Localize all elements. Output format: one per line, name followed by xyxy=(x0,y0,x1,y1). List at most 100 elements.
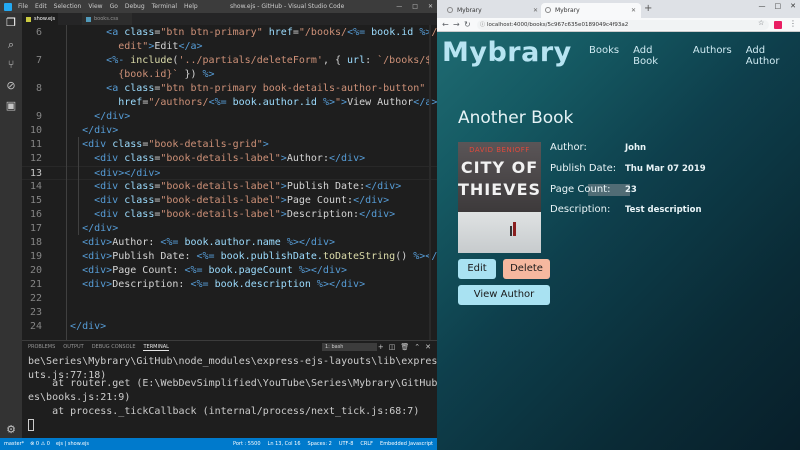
cover-author: DAVID BENIOFF xyxy=(469,146,530,154)
info-icon[interactable]: ⓘ xyxy=(480,20,485,30)
files-icon[interactable]: ❐ xyxy=(4,16,18,30)
code-line: 21 <div>Description: <%= book.descriptio… xyxy=(22,278,437,292)
page-count-label: Page Count: xyxy=(550,184,611,195)
cover-snow-scene xyxy=(458,212,541,253)
code-editor[interactable]: 6 <a class="btn btn-primary" href="/book… xyxy=(22,25,437,340)
menu-edit[interactable]: Edit xyxy=(35,0,47,13)
menu-view[interactable]: View xyxy=(88,0,102,13)
view-author-button[interactable]: View Author xyxy=(458,285,550,305)
code-line: 16 <div class="book-details-label">Descr… xyxy=(22,208,437,222)
menu-go[interactable]: Go xyxy=(110,0,118,13)
author-label: Author: xyxy=(550,142,587,153)
vscode-titlebar: File Edit Selection View Go Debug Termin… xyxy=(0,0,437,13)
line-number: 22 xyxy=(29,293,42,304)
delete-button[interactable]: Delete xyxy=(503,259,550,279)
tab-show-ejs[interactable]: show.ejs xyxy=(22,13,58,25)
browser-tab[interactable]: Mybrary ✕ xyxy=(443,3,543,18)
code-line: 10 </div> xyxy=(22,124,437,138)
description-value: Test description xyxy=(625,205,702,215)
nav-add-book[interactable]: Add Book xyxy=(633,45,679,67)
problems-count[interactable]: ⊗ 0 ⚠ 0 xyxy=(30,438,50,450)
line-ending[interactable]: CRLF xyxy=(360,438,373,450)
editor-scrollbar[interactable] xyxy=(429,25,431,340)
vscode-window: File Edit Selection View Go Debug Termin… xyxy=(0,0,437,450)
description-label: Description: xyxy=(550,204,611,215)
menu-file[interactable]: File xyxy=(18,0,28,13)
menu-kebab-icon[interactable]: ⋮ xyxy=(789,19,797,28)
extensions-icon[interactable]: ▣ xyxy=(4,99,18,113)
language-mode[interactable]: Embedded Javascript xyxy=(380,438,433,450)
menu-selection[interactable]: Selection xyxy=(54,0,82,13)
add-terminal-icon[interactable]: + xyxy=(378,343,384,351)
site-logo[interactable]: Mybrary xyxy=(442,37,572,68)
tab-terminal[interactable]: TERMINAL xyxy=(143,344,169,351)
tab-books-css[interactable]: books.css xyxy=(82,13,132,25)
code-line: edit">Edit</a> xyxy=(22,40,437,54)
menu-debug[interactable]: Debug xyxy=(125,0,145,13)
minimize-icon[interactable]: — xyxy=(759,2,766,10)
line-number: 7 xyxy=(35,55,42,66)
indentation[interactable]: Spaces: 2 xyxy=(308,438,332,450)
book-cover: DAVID BENIOFF CITY OF THIEVES xyxy=(458,142,541,253)
tab-debug-console[interactable]: DEBUG CONSOLE xyxy=(92,344,136,351)
menu-help[interactable]: Help xyxy=(184,0,198,13)
code-line: 11 <div class="book-details-grid"> xyxy=(22,138,437,152)
menu-terminal[interactable]: Terminal xyxy=(152,0,177,13)
line-number: 8 xyxy=(35,83,42,94)
nav-authors[interactable]: Authors xyxy=(693,45,732,67)
code-line: 6 <a class="btn btn-primary" href="/book… xyxy=(22,26,437,40)
source-control-icon[interactable]: ⑂ xyxy=(4,58,18,72)
terminal-line: at router.get (E:\WebDevSimplified\YouTu… xyxy=(28,378,437,389)
terminal-line: es\books.js:21:9) xyxy=(28,392,131,403)
cursor-position[interactable]: Ln 13, Col 16 xyxy=(268,438,301,450)
terminal-select[interactable]: 1: bash xyxy=(322,343,377,351)
browser-tab-active[interactable]: Mybrary ✕ xyxy=(541,3,641,18)
bookmark-star-icon[interactable]: ☆ xyxy=(758,19,764,27)
code-text: {book.id}` }) %> xyxy=(58,69,215,80)
split-terminal-icon[interactable]: ◫ xyxy=(389,343,396,351)
web-page: Mybrary Books Add Book Authors Add Autho… xyxy=(437,32,800,450)
close-panel-icon[interactable]: ✕ xyxy=(425,343,431,351)
close-tab-icon[interactable]: ✕ xyxy=(533,3,538,18)
browser-tab-strip: Mybrary ✕ Mybrary ✕ + — □ ✕ xyxy=(437,0,800,18)
nav-books[interactable]: Books xyxy=(589,45,619,67)
code-text: <div>Publish Date: <%= book.publishDate.… xyxy=(82,251,437,262)
git-branch[interactable]: master* xyxy=(4,438,24,450)
tab-problems[interactable]: PROBLEMS xyxy=(28,344,55,351)
settings-icon[interactable]: ⚙ xyxy=(4,423,18,437)
edit-button[interactable]: Edit xyxy=(458,259,496,279)
code-text: </div> xyxy=(94,111,131,122)
close-icon[interactable]: ✕ xyxy=(790,2,796,10)
line-number: 6 xyxy=(35,27,42,38)
cover-title-line1: CITY OF xyxy=(460,158,539,177)
tab-output[interactable]: OUTPUT xyxy=(63,344,83,351)
line-number: 11 xyxy=(29,139,42,150)
chevron-up-icon[interactable]: ⌃ xyxy=(414,343,420,351)
close-tab-icon[interactable]: ✕ xyxy=(631,3,636,18)
search-icon[interactable]: ⌕ xyxy=(4,38,18,52)
reload-icon[interactable]: ↻ xyxy=(464,18,471,32)
forward-icon[interactable]: → xyxy=(453,18,460,32)
close-icon[interactable]: ✕ xyxy=(428,0,433,13)
trash-icon[interactable]: 🗑 xyxy=(400,343,409,351)
globe-icon xyxy=(545,7,551,13)
code-line: 12 <div class="book-details-label">Autho… xyxy=(22,152,437,166)
nav-add-author[interactable]: Add Author xyxy=(746,45,800,67)
browser-toolbar: ← → ↻ ⓘ localhost:4000/books/5c967c635e0… xyxy=(437,18,800,32)
url-text: localhost:4000/books/5c967c635e0189049c4… xyxy=(487,22,629,28)
extension-icon[interactable] xyxy=(774,21,782,29)
code-text: edit">Edit</a> xyxy=(58,41,203,52)
browser-window: Mybrary ✕ Mybrary ✕ + — □ ✕ ← → ↻ ⓘ loca… xyxy=(437,0,800,450)
back-icon[interactable]: ← xyxy=(442,18,449,32)
site-nav: Books Add Book Authors Add Author xyxy=(589,45,800,67)
code-text: <div class="book-details-label">Publish … xyxy=(94,181,402,192)
encoding[interactable]: UTF-8 xyxy=(339,438,354,450)
address-bar[interactable]: ⓘ localhost:4000/books/5c967c635e0189049… xyxy=(477,20,769,30)
live-server-port[interactable]: Port : 5500 xyxy=(233,438,261,450)
minimize-icon[interactable]: — xyxy=(396,0,402,13)
code-text: <div>Author: <%= book.author.name %></di… xyxy=(82,237,335,248)
maximize-icon[interactable]: □ xyxy=(412,0,418,13)
debug-icon[interactable]: ⊘ xyxy=(4,79,18,93)
maximize-icon[interactable]: □ xyxy=(775,2,782,10)
new-tab-button[interactable]: + xyxy=(644,3,652,14)
